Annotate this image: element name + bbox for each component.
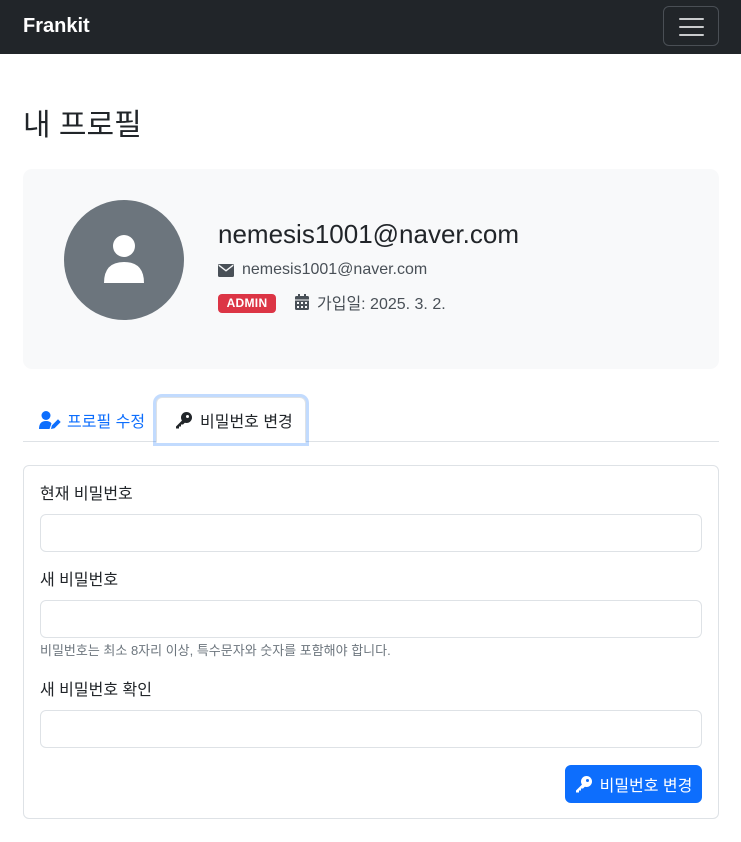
navbar: Frankit (0, 0, 741, 54)
envelope-icon (218, 263, 234, 277)
change-password-button-label: 비밀번호 변경 (599, 778, 693, 795)
avatar (64, 200, 184, 320)
user-edit-icon (39, 410, 61, 429)
new-password-help: 비밀번호는 최소 8자리 이상, 특수문자와 숫자를 포함해야 합니다. (40, 643, 391, 658)
key-icon (575, 775, 592, 792)
tab-change-password[interactable]: 비밀번호 변경 (156, 397, 306, 443)
joined-date-row: 가입일: 2025. 3. 2. (295, 291, 446, 313)
new-password-input[interactable] (40, 600, 702, 638)
change-password-button[interactable]: 비밀번호 변경 (565, 765, 702, 803)
user-icon (104, 235, 144, 283)
page-title: 내 프로필 (23, 109, 142, 142)
key-icon (176, 411, 192, 428)
tab-edit-profile[interactable]: 프로필 수정 (23, 397, 156, 442)
confirm-password-label: 새 비밀번호 확인 (40, 682, 152, 699)
new-password-label: 새 비밀번호 (40, 572, 119, 589)
profile-tabs: 프로필 수정 비밀번호 변경 (23, 397, 719, 443)
profile-name: nemesis1001@naver.com (218, 219, 519, 249)
joined-date: 가입일: 2025. 3. 2. (317, 296, 446, 313)
calendar-icon (295, 294, 309, 310)
current-password-input[interactable] (40, 514, 702, 552)
tab-change-password-label: 비밀번호 변경 (200, 414, 293, 431)
navbar-toggle-button[interactable] (663, 6, 719, 46)
current-password-label: 현재 비밀번호 (40, 486, 133, 503)
role-badge: ADMIN (218, 294, 276, 313)
tab-edit-profile-label: 프로필 수정 (67, 413, 146, 431)
profile-email: nemesis1001@naver.com (242, 261, 428, 278)
password-form-card: 현재 비밀번호 새 비밀번호 비밀번호는 최소 8자리 이상, 특수문자와 숫자… (23, 465, 719, 819)
brand-logo[interactable]: Frankit (23, 13, 90, 39)
profile-card: nemesis1001@naver.com nemesis1001@naver.… (23, 169, 719, 369)
profile-email-row: nemesis1001@naver.com (218, 260, 427, 280)
confirm-password-input[interactable] (40, 710, 702, 748)
